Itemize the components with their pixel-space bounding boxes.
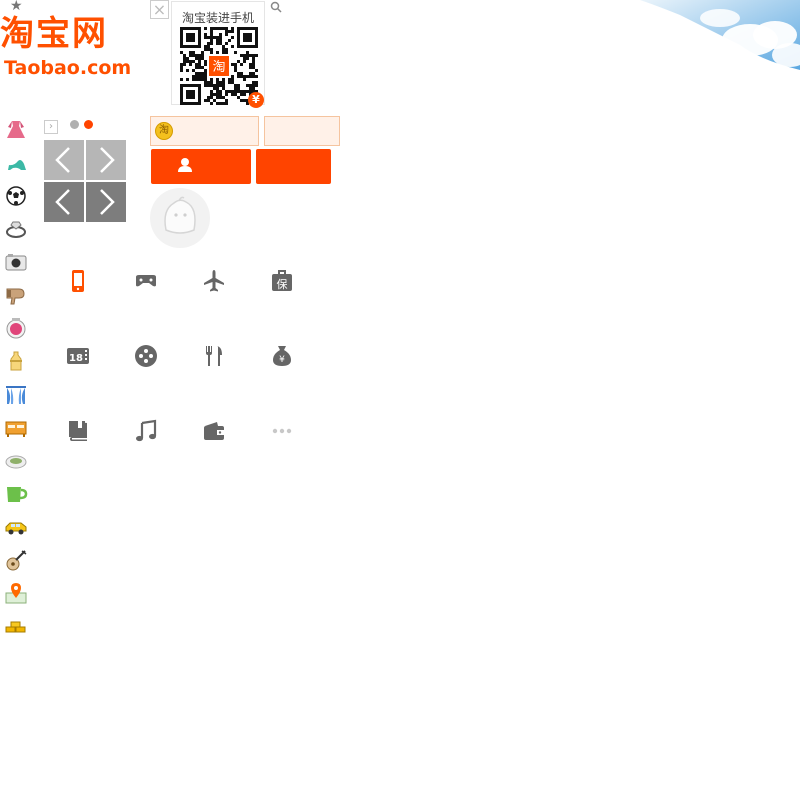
gamepad-icon[interactable] — [134, 344, 158, 368]
baby-bottle-icon[interactable] — [4, 350, 28, 374]
restaurant-icon[interactable] — [202, 344, 226, 368]
dress-icon[interactable] — [4, 118, 28, 142]
search-icon[interactable] — [270, 0, 282, 17]
hair-dryer-icon[interactable] — [4, 283, 28, 307]
taobao-coin-field[interactable]: 淘 — [150, 116, 259, 146]
carousel-dot-1[interactable] — [70, 120, 79, 129]
cup-icon[interactable] — [4, 482, 28, 506]
high-heel-icon[interactable] — [4, 150, 28, 174]
book-icon[interactable] — [66, 419, 90, 443]
svg-text:18: 18 — [69, 353, 83, 364]
sky-clouds-decoration — [640, 0, 800, 90]
qr-code-panel: 淘宝装进手机 淘 ¥ — [171, 1, 265, 108]
user-icon — [178, 158, 192, 172]
car-icon[interactable] — [4, 515, 28, 539]
qr-center-mark: 淘 — [212, 60, 225, 75]
register-button[interactable] — [256, 149, 331, 184]
more-icon[interactable] — [270, 419, 294, 443]
qr-caption: 淘宝装进手机 — [181, 11, 254, 25]
soccer-ball-icon[interactable] — [4, 184, 28, 208]
camera-icon[interactable] — [4, 250, 28, 274]
food-icon[interactable] — [4, 449, 28, 473]
carousel-prev-button-2[interactable] — [44, 182, 84, 222]
mobile-phone-icon[interactable] — [66, 269, 90, 293]
yuan-badge-icon: ¥ — [248, 92, 264, 108]
airplane-icon[interactable] — [202, 269, 226, 293]
map-pin-icon[interactable] — [4, 581, 28, 605]
qr-code-image: 淘 — [180, 27, 258, 109]
curtain-icon[interactable] — [4, 383, 28, 407]
furniture-icon[interactable] — [4, 416, 28, 440]
gold-bars-icon[interactable] — [4, 614, 28, 638]
movie-18-icon[interactable]: 18 — [66, 344, 90, 368]
wallet-icon[interactable] — [202, 419, 226, 443]
music-icon[interactable] — [134, 419, 158, 443]
carousel-next-button-2[interactable] — [86, 182, 126, 222]
carousel-prev-button[interactable] — [44, 140, 84, 180]
svg-text:¥: ¥ — [279, 355, 285, 365]
carousel-next-small-button[interactable]: › — [44, 120, 58, 134]
secondary-field[interactable] — [264, 116, 340, 146]
ring-icon[interactable] — [4, 216, 28, 240]
favorite-star-icon[interactable]: ★ — [10, 0, 23, 14]
game-controller-icon[interactable] — [134, 269, 158, 293]
svg-text:保: 保 — [277, 277, 288, 291]
taobao-logo-english[interactable]: Taobao.com — [4, 56, 131, 80]
login-button[interactable] — [151, 149, 251, 184]
carousel-next-button[interactable] — [86, 140, 126, 180]
guitar-icon[interactable] — [4, 548, 28, 572]
taobao-coin-icon: 淘 — [155, 122, 173, 140]
carousel-dot-2[interactable] — [84, 120, 93, 129]
money-bag-icon[interactable]: ¥ — [270, 344, 294, 368]
taobao-logo-chinese[interactable]: 淘宝网 — [0, 14, 108, 54]
makeup-icon[interactable] — [4, 316, 28, 340]
avatar[interactable] — [150, 188, 210, 248]
insurance-icon[interactable]: 保 — [270, 269, 294, 293]
close-icon[interactable]: × — [150, 0, 169, 19]
